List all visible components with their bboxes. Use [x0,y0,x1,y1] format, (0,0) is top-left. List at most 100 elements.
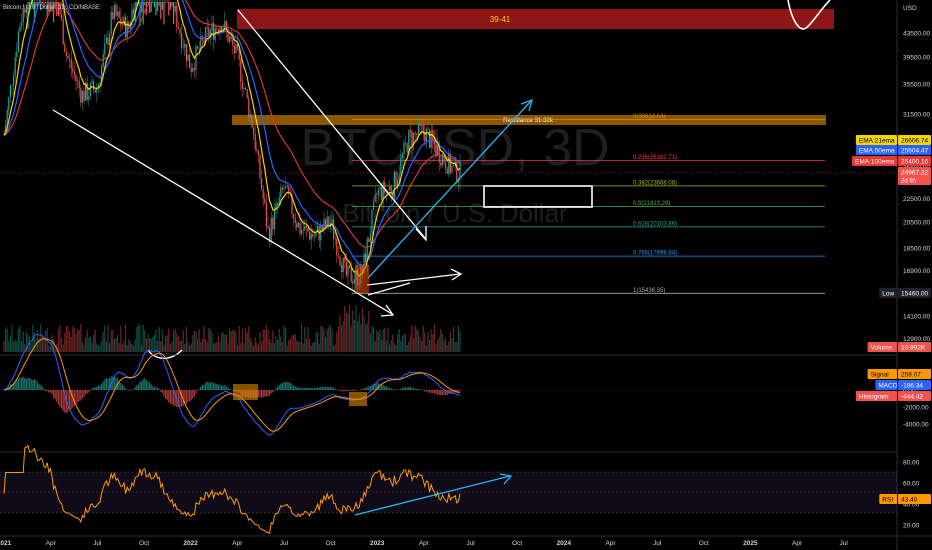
macd-badge-label: MACD [878,383,897,390]
candle-body [158,2,160,6]
candle-body [333,219,335,239]
volume-bar [150,338,152,352]
candle-body [169,2,171,10]
candle-body [344,257,346,262]
macd-histogram-bar [88,390,90,393]
macd-histogram-bar [277,386,279,390]
volume-bar [345,313,347,352]
candle-body [353,279,355,284]
candle-body [379,187,381,190]
macd-histogram-bar [169,390,171,404]
volume-bar [376,330,378,352]
volume-bar [161,330,163,352]
volume-bar [430,329,432,352]
candle-body [187,54,189,61]
macd-histogram-bar [350,390,352,391]
candle-body [262,189,264,199]
volume-bar [397,334,399,352]
candle-body [435,144,437,155]
candle-body [179,28,181,34]
macd-histogram-bar [289,382,291,390]
volume-bar [72,325,74,352]
macd-histogram-bar [86,390,88,394]
macd-histogram-bar [361,389,363,390]
macd-histogram-bar [219,384,221,390]
macd-histogram-bar [80,390,82,401]
macd-histogram-bar [368,386,370,390]
macd-histogram-bar [213,383,215,390]
candle-body [417,123,419,135]
volume-bar [169,344,171,352]
volume-bar [187,342,189,352]
volume-bar [152,336,154,352]
volume-bar [320,326,322,352]
macd-histogram-bar [392,389,394,391]
candle-body [211,23,213,31]
candle-body [395,172,397,187]
volume-bar [65,326,67,352]
time-axis-label: Oct [699,540,709,547]
volume-bar [113,338,115,352]
macd-histogram-bar [123,385,125,390]
time-axis-label: 2022 [183,540,198,547]
macd-histogram-bar [29,378,31,390]
macd-histogram-bar [192,390,194,399]
macd-histogram-bar [328,386,330,390]
zone-39-41[interactable] [237,9,834,29]
macd-histogram-bar [259,390,261,398]
macd-histogram-bar [101,383,103,390]
volume-bar [347,313,349,352]
volume-bar [440,329,442,352]
signal-badge: Signal 258.07 [867,369,931,379]
macd-histogram-bar [285,381,287,390]
volume-bar [176,333,178,352]
candle-body [251,114,253,128]
volume-bar [400,340,402,352]
candle-body [459,161,461,180]
macd-histogram-bar [59,390,61,408]
volume-bar [75,333,77,352]
macd-histogram-bar [301,388,303,390]
macd-histogram-bar [181,390,183,407]
chart-canvas[interactable]: BTCUSD, 3D Bitcoin / U.S. Dollar 39-41 R… [0,0,932,550]
low-badge-value: 15460.00 [901,290,928,297]
candle-body [112,12,114,19]
volume-bar [454,341,456,352]
candle-body [83,91,85,101]
volume-bar [165,336,167,352]
macd-histogram-bar [432,390,434,394]
volume-bar [184,343,186,352]
macd-histogram-bar [389,388,391,390]
time-axis-label: Apr [46,540,57,547]
candle-body [243,87,245,89]
macd-histogram-bar [337,390,339,391]
volume-bar [371,326,373,352]
volume-bar [390,339,392,352]
candle-body [72,68,74,72]
candle-body [161,2,163,11]
volume-bar [51,335,53,352]
macd-histogram-bar [229,388,231,390]
volume-bar [325,336,327,352]
candle-body [69,58,71,60]
histogram-badge-label: Histogram [859,394,889,401]
candle-body [337,255,339,257]
candle-body [241,82,243,89]
macd-histogram-bar [205,382,207,390]
macd-histogram-bar [185,390,187,404]
macd-histogram-bar [429,390,431,393]
macd-histogram-bar [75,390,77,405]
candle-body [11,85,13,87]
macd-histogram-bar [393,389,395,390]
macd-histogram-bar [25,378,27,390]
macd-histogram-bar [208,382,210,390]
volume-bar [270,342,272,352]
volume-bar [446,345,448,352]
macd-histogram-bar [16,380,18,390]
candle-body [168,2,170,16]
volume-bar [414,325,416,352]
candle-body [110,12,112,35]
candle-body [296,223,298,228]
candle-body [281,187,283,190]
volume-bar [384,327,386,352]
